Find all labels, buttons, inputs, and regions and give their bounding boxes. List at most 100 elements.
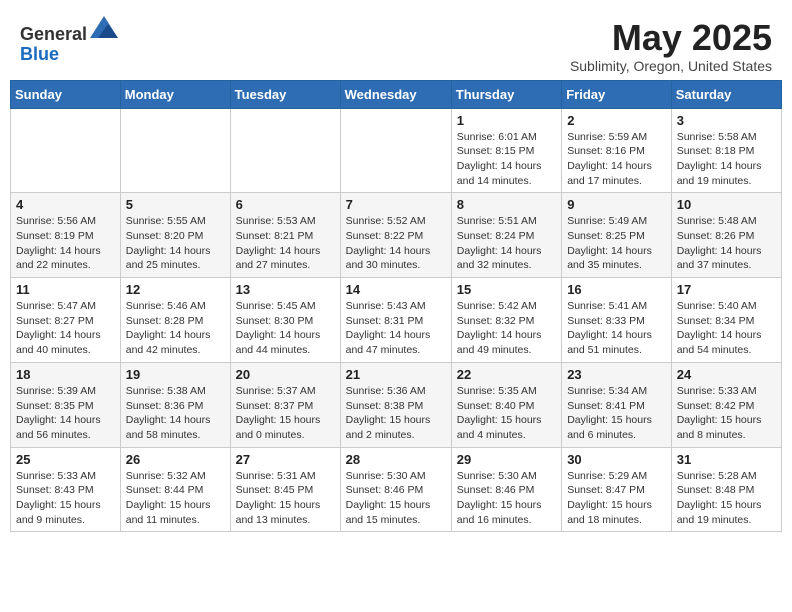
calendar-cell: 14 Sunrise: 5:43 AM Sunset: 8:31 PM Dayli… (340, 278, 451, 363)
day-number: 2 (567, 113, 666, 128)
day-number: 18 (16, 367, 115, 382)
day-info: Sunrise: 5:56 AM Sunset: 8:19 PM Dayligh… (16, 214, 115, 273)
day-info: Sunrise: 5:42 AM Sunset: 8:32 PM Dayligh… (457, 299, 556, 358)
day-number: 4 (16, 197, 115, 212)
weekday-header-row: SundayMondayTuesdayWednesdayThursdayFrid… (11, 80, 782, 108)
calendar-cell: 31 Sunrise: 5:28 AM Sunset: 8:48 PM Dayli… (671, 447, 781, 532)
day-number: 10 (677, 197, 776, 212)
day-number: 11 (16, 282, 115, 297)
calendar-cell (340, 108, 451, 193)
title-location: Sublimity, Oregon, United States (570, 58, 772, 74)
day-info: Sunrise: 5:53 AM Sunset: 8:21 PM Dayligh… (236, 214, 335, 273)
calendar-cell: 2 Sunrise: 5:59 AM Sunset: 8:16 PM Daylig… (562, 108, 672, 193)
day-number: 6 (236, 197, 335, 212)
calendar-week-row: 4 Sunrise: 5:56 AM Sunset: 8:19 PM Daylig… (11, 193, 782, 278)
day-number: 14 (346, 282, 446, 297)
calendar-cell: 30Sunrise: 5:29 AM Sunset: 8:47 PM Dayli… (562, 447, 672, 532)
day-info: Sunrise: 5:45 AM Sunset: 8:30 PM Dayligh… (236, 299, 335, 358)
day-number: 17 (677, 282, 776, 297)
day-number: 24 (677, 367, 776, 382)
day-info: Sunrise: 5:31 AM Sunset: 8:45 PM Dayligh… (236, 469, 335, 528)
weekday-header-monday: Monday (120, 80, 230, 108)
calendar-cell: 11 Sunrise: 5:47 AM Sunset: 8:27 PM Dayli… (11, 278, 121, 363)
calendar-cell: 17 Sunrise: 5:40 AM Sunset: 8:34 PM Dayli… (671, 278, 781, 363)
day-number: 31 (677, 452, 776, 467)
calendar-cell: 5Sunrise: 5:55 AM Sunset: 8:20 PM Daylig… (120, 193, 230, 278)
day-number: 21 (346, 367, 446, 382)
calendar-cell: 20Sunrise: 5:37 AM Sunset: 8:37 PM Dayli… (230, 362, 340, 447)
day-info: Sunrise: 5:38 AM Sunset: 8:36 PM Dayligh… (126, 384, 225, 443)
day-info: Sunrise: 5:58 AM Sunset: 8:18 PM Dayligh… (677, 130, 776, 189)
calendar-table: SundayMondayTuesdayWednesdayThursdayFrid… (10, 80, 782, 533)
day-number: 22 (457, 367, 556, 382)
weekday-header-sunday: Sunday (11, 80, 121, 108)
day-info: Sunrise: 5:33 AM Sunset: 8:43 PM Dayligh… (16, 469, 115, 528)
calendar-cell: 15 Sunrise: 5:42 AM Sunset: 8:32 PM Dayli… (451, 278, 561, 363)
day-number: 26 (126, 452, 225, 467)
weekday-header-saturday: Saturday (671, 80, 781, 108)
day-number: 28 (346, 452, 446, 467)
day-number: 30 (567, 452, 666, 467)
title-block: May 2025 Sublimity, Oregon, United State… (570, 18, 772, 74)
calendar-cell: 23 Sunrise: 5:34 AM Sunset: 8:41 PM Dayli… (562, 362, 672, 447)
day-number: 29 (457, 452, 556, 467)
day-info: Sunrise: 5:28 AM Sunset: 8:48 PM Dayligh… (677, 469, 776, 528)
calendar-cell: 12 Sunrise: 5:46 AM Sunset: 8:28 PM Dayli… (120, 278, 230, 363)
day-number: 23 (567, 367, 666, 382)
day-number: 8 (457, 197, 556, 212)
logo-blue: Blue (20, 44, 59, 64)
day-info: Sunrise: 5:35 AM Sunset: 8:40 PM Dayligh… (457, 384, 556, 443)
day-info: Sunrise: 5:34 AM Sunset: 8:41 PM Dayligh… (567, 384, 666, 443)
day-info: Sunrise: 5:30 AM Sunset: 8:46 PM Dayligh… (346, 469, 446, 528)
page-header: General Blue May 2025 Sublimity, Oregon,… (10, 10, 782, 80)
day-number: 25 (16, 452, 115, 467)
day-number: 12 (126, 282, 225, 297)
calendar-cell: 27Sunrise: 5:31 AM Sunset: 8:45 PM Dayli… (230, 447, 340, 532)
calendar-cell (230, 108, 340, 193)
day-number: 1 (457, 113, 556, 128)
calendar-cell: 9 Sunrise: 5:49 AM Sunset: 8:25 PM Daylig… (562, 193, 672, 278)
day-number: 13 (236, 282, 335, 297)
day-number: 19 (126, 367, 225, 382)
day-info: Sunrise: 5:47 AM Sunset: 8:27 PM Dayligh… (16, 299, 115, 358)
day-info: Sunrise: 5:59 AM Sunset: 8:16 PM Dayligh… (567, 130, 666, 189)
day-info: Sunrise: 5:39 AM Sunset: 8:35 PM Dayligh… (16, 384, 115, 443)
calendar-cell (11, 108, 121, 193)
calendar-week-row: 25 Sunrise: 5:33 AM Sunset: 8:43 PM Dayli… (11, 447, 782, 532)
day-info: Sunrise: 5:55 AM Sunset: 8:20 PM Dayligh… (126, 214, 225, 273)
day-number: 3 (677, 113, 776, 128)
calendar-cell: 18 Sunrise: 5:39 AM Sunset: 8:35 PM Dayli… (11, 362, 121, 447)
calendar-week-row: 18 Sunrise: 5:39 AM Sunset: 8:35 PM Dayli… (11, 362, 782, 447)
calendar-cell: 1 Sunrise: 6:01 AM Sunset: 8:15 PM Daylig… (451, 108, 561, 193)
calendar-cell: 16Sunrise: 5:41 AM Sunset: 8:33 PM Dayli… (562, 278, 672, 363)
weekday-header-tuesday: Tuesday (230, 80, 340, 108)
day-info: Sunrise: 5:46 AM Sunset: 8:28 PM Dayligh… (126, 299, 225, 358)
calendar-cell: 19 Sunrise: 5:38 AM Sunset: 8:36 PM Dayli… (120, 362, 230, 447)
day-info: Sunrise: 5:32 AM Sunset: 8:44 PM Dayligh… (126, 469, 225, 528)
calendar-week-row: 1 Sunrise: 6:01 AM Sunset: 8:15 PM Daylig… (11, 108, 782, 193)
day-number: 20 (236, 367, 335, 382)
weekday-header-wednesday: Wednesday (340, 80, 451, 108)
day-info: Sunrise: 5:30 AM Sunset: 8:46 PM Dayligh… (457, 469, 556, 528)
calendar-cell: 6 Sunrise: 5:53 AM Sunset: 8:21 PM Daylig… (230, 193, 340, 278)
day-info: Sunrise: 5:43 AM Sunset: 8:31 PM Dayligh… (346, 299, 446, 358)
calendar-week-row: 11 Sunrise: 5:47 AM Sunset: 8:27 PM Dayli… (11, 278, 782, 363)
calendar-cell: 3 Sunrise: 5:58 AM Sunset: 8:18 PM Daylig… (671, 108, 781, 193)
weekday-header-friday: Friday (562, 80, 672, 108)
day-number: 9 (567, 197, 666, 212)
day-number: 15 (457, 282, 556, 297)
title-month: May 2025 (570, 18, 772, 58)
day-info: Sunrise: 5:40 AM Sunset: 8:34 PM Dayligh… (677, 299, 776, 358)
day-info: Sunrise: 5:51 AM Sunset: 8:24 PM Dayligh… (457, 214, 556, 273)
logo-icon (90, 16, 118, 38)
day-number: 16 (567, 282, 666, 297)
weekday-header-thursday: Thursday (451, 80, 561, 108)
calendar-cell: 25 Sunrise: 5:33 AM Sunset: 8:43 PM Dayli… (11, 447, 121, 532)
calendar-cell: 4 Sunrise: 5:56 AM Sunset: 8:19 PM Daylig… (11, 193, 121, 278)
calendar-cell: 26 Sunrise: 5:32 AM Sunset: 8:44 PM Dayli… (120, 447, 230, 532)
day-number: 7 (346, 197, 446, 212)
logo-general: General (20, 24, 87, 44)
calendar-cell: 7Sunrise: 5:52 AM Sunset: 8:22 PM Daylig… (340, 193, 451, 278)
day-info: Sunrise: 5:49 AM Sunset: 8:25 PM Dayligh… (567, 214, 666, 273)
day-info: Sunrise: 6:01 AM Sunset: 8:15 PM Dayligh… (457, 130, 556, 189)
